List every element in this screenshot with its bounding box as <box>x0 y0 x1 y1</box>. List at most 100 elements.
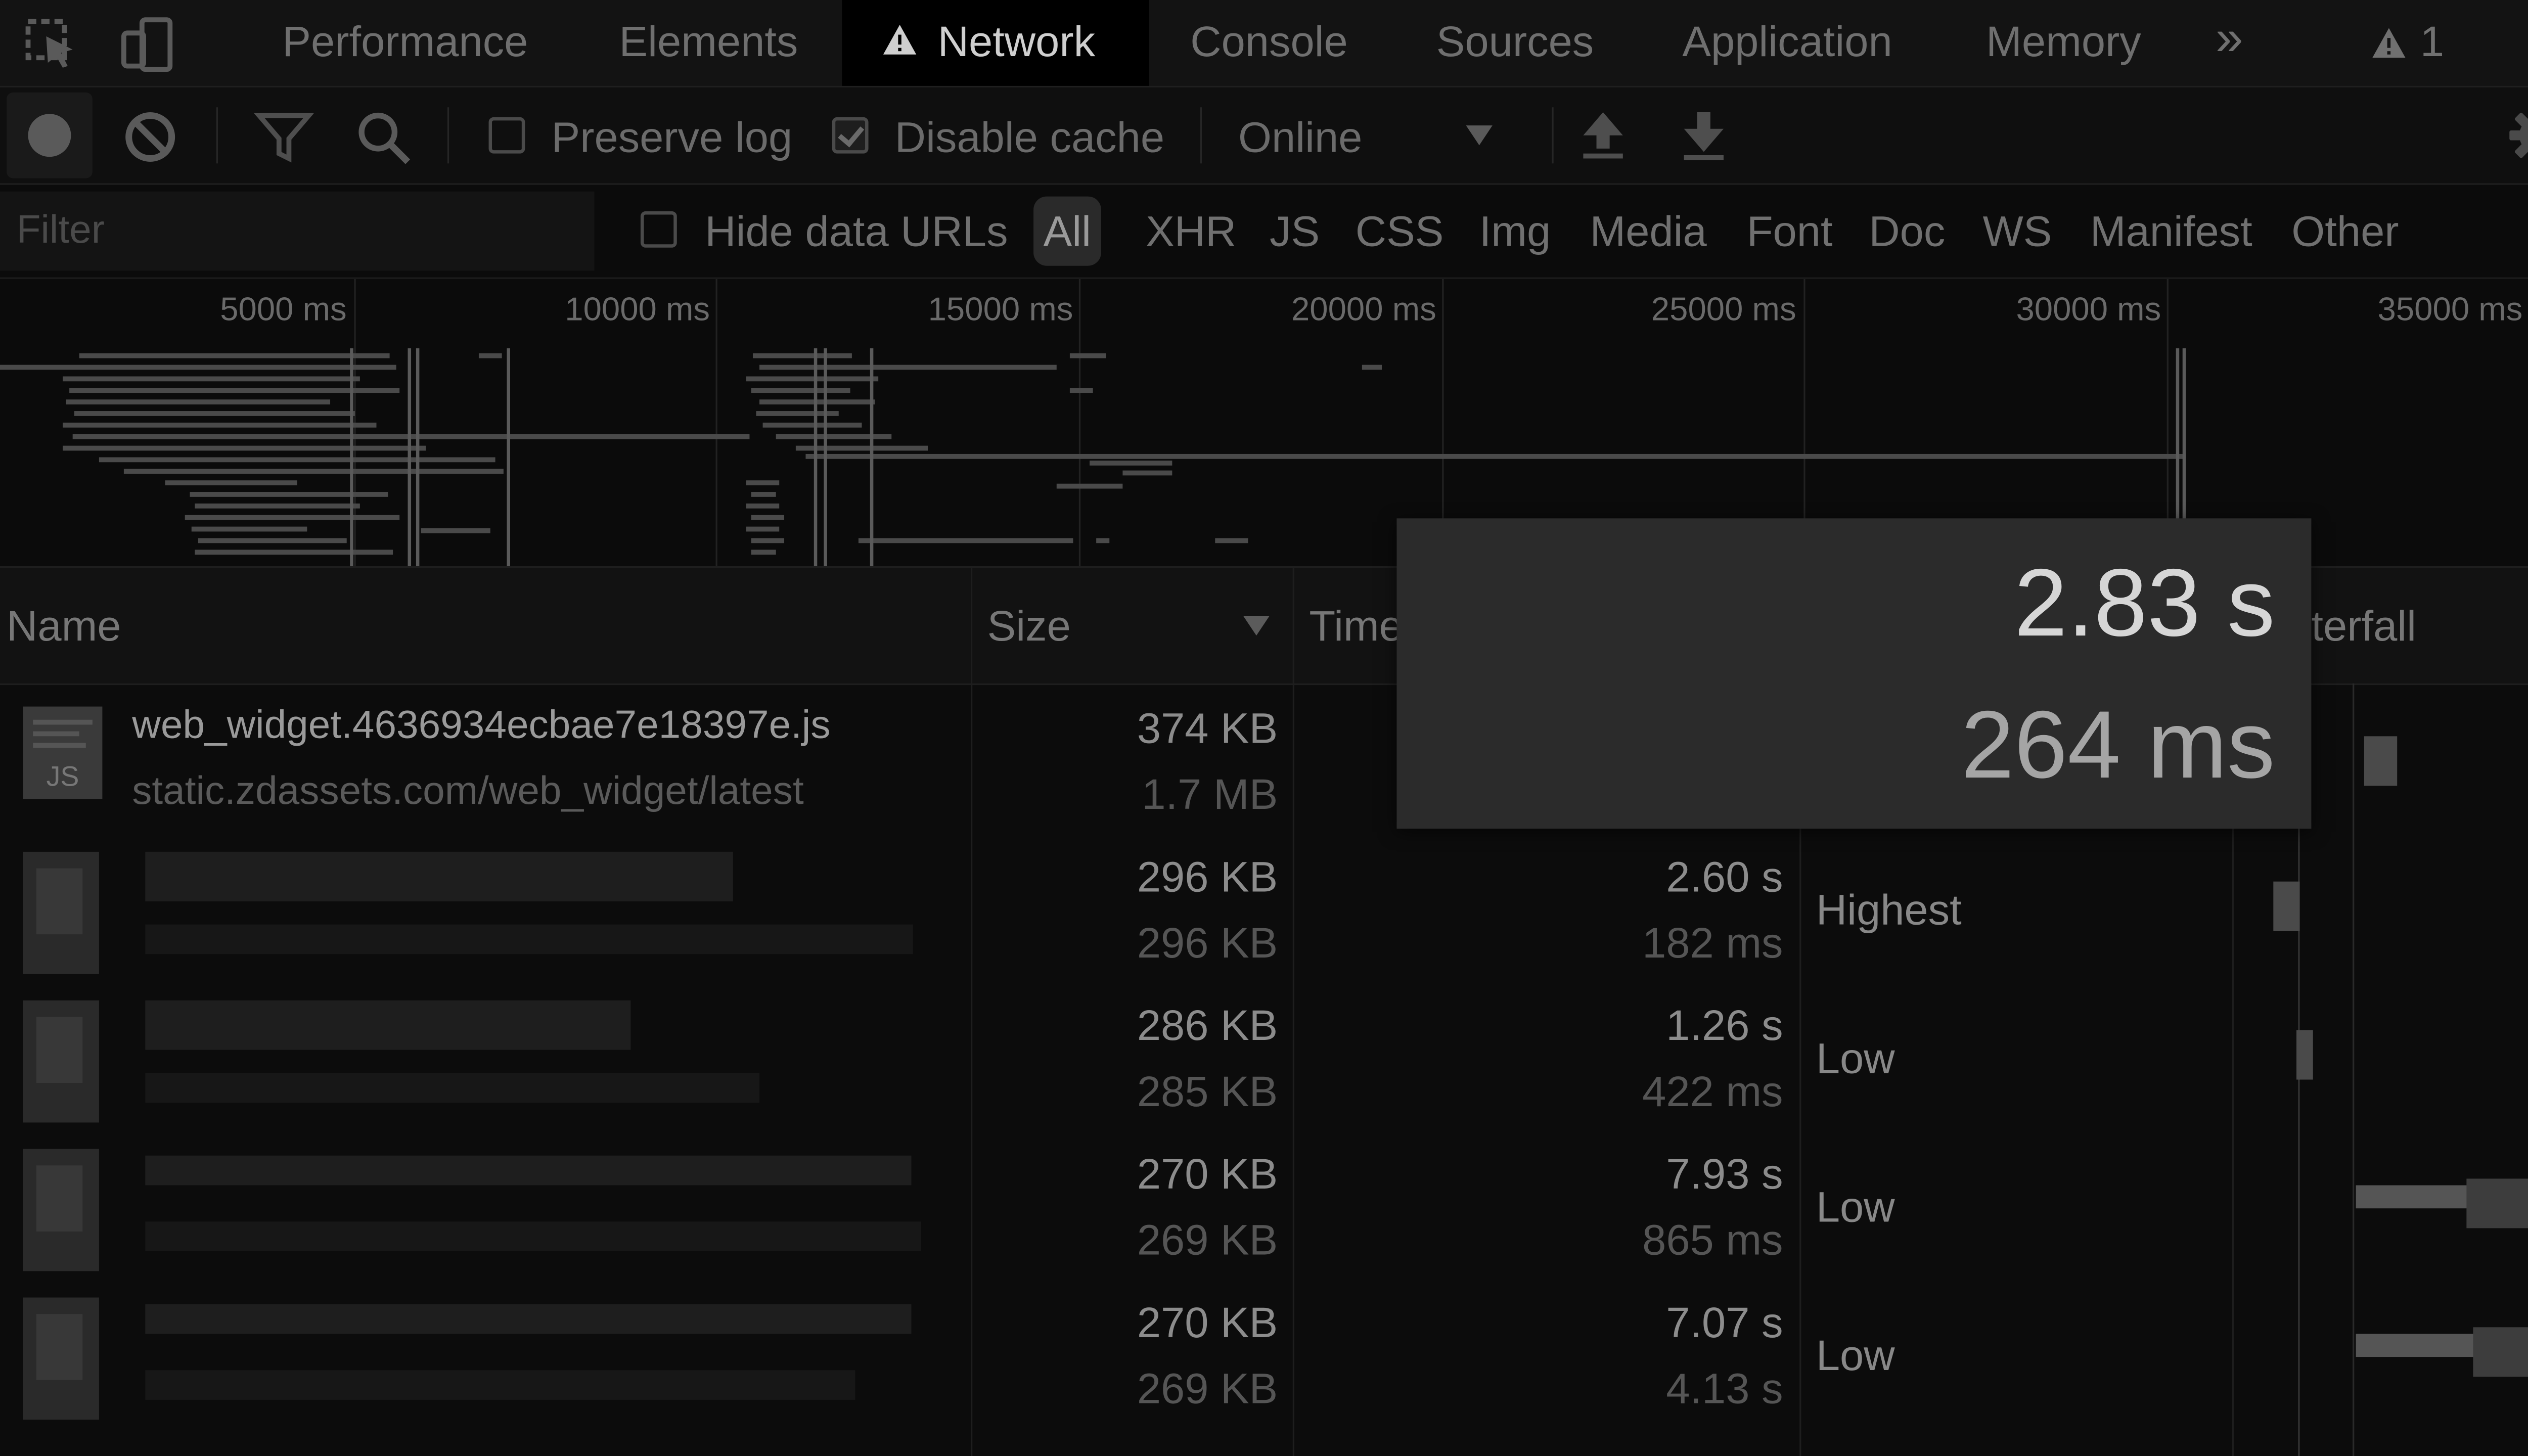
request-time: 2.60 s <box>1666 851 1783 901</box>
blurred-request-url <box>145 1073 760 1103</box>
resource-size: 269 KB <box>1137 1215 1278 1265</box>
waterfall-bar <box>2356 1334 2478 1357</box>
type-filter-media[interactable]: Media <box>1590 185 1706 278</box>
resource-size: 285 KB <box>1137 1066 1278 1116</box>
waterfall-bar <box>2273 881 2300 931</box>
warning-icon <box>2372 28 2406 58</box>
column-header-waterfall[interactable]: terfall <box>2311 568 2416 684</box>
filter-input[interactable] <box>0 191 595 271</box>
transfer-size: 286 KB <box>1137 1000 1278 1050</box>
file-icon <box>23 1149 99 1271</box>
inspect-element-icon[interactable] <box>23 17 79 73</box>
file-icon <box>23 1297 99 1420</box>
separator <box>1200 107 1202 164</box>
type-filter-js[interactable]: JS <box>1270 185 1320 278</box>
waterfall-bar <box>2296 1030 2313 1080</box>
warnings-counter[interactable]: 1 <box>2371 0 2444 86</box>
warning-count: 1 <box>2420 16 2445 66</box>
resource-size: 1.7 MB <box>1142 769 1278 819</box>
tab-network[interactable]: Network <box>842 0 1149 86</box>
network-toolbar: Preserve log Disable cache Online <box>0 87 2528 185</box>
request-priority: Low <box>1816 1181 1895 1232</box>
type-filter-manifest[interactable]: Manifest <box>2090 185 2252 278</box>
tab-elements[interactable]: Elements <box>619 0 798 86</box>
column-header-time[interactable]: Time <box>1309 568 1403 684</box>
blurred-request-name <box>145 1304 912 1334</box>
file-icon <box>23 1000 99 1123</box>
blurred-request-name <box>145 851 733 901</box>
network-settings-gear-icon[interactable] <box>2508 106 2528 165</box>
more-options-icon[interactable] <box>2521 13 2528 73</box>
warning-icon <box>883 24 917 55</box>
request-priority: Low <box>1816 1330 1895 1380</box>
import-har-icon[interactable] <box>1580 109 1626 162</box>
blurred-request-name <box>145 1000 631 1050</box>
type-filter-css[interactable]: CSS <box>1356 185 1444 278</box>
tab-console[interactable]: Console <box>1190 0 1348 86</box>
transfer-size: 270 KB <box>1137 1297 1278 1347</box>
tab-memory[interactable]: Memory <box>1986 0 2141 86</box>
tab-application[interactable]: Application <box>1682 0 1892 86</box>
devtools-window: Performance Elements Network Console Sou… <box>0 0 2528 1456</box>
type-filter-xhr[interactable]: XHR <box>1146 185 1236 278</box>
transfer-size: 270 KB <box>1137 1149 1278 1199</box>
resource-size: 296 KB <box>1137 918 1278 968</box>
table-row[interactable]: 296 KB 296 KB 2.60 s 182 ms Highest <box>0 835 2528 984</box>
transfer-size: 374 KB <box>1137 703 1278 753</box>
disable-cache-checkbox[interactable] <box>832 117 869 154</box>
blurred-request-url <box>145 1221 922 1252</box>
file-icon <box>23 851 99 974</box>
request-time: 7.93 s <box>1666 1149 1783 1199</box>
type-filter-ws[interactable]: WS <box>1983 185 2052 278</box>
column-header-size[interactable]: Size <box>987 568 1071 684</box>
sort-descending-icon <box>1243 615 1270 636</box>
throttling-value: Online <box>1238 112 1363 162</box>
tab-network-label: Network <box>937 16 1096 66</box>
blurred-request-url <box>145 924 913 954</box>
throttling-select[interactable]: Online <box>1222 96 1519 175</box>
tooltip-total-time: 2.83 s <box>2014 550 2275 657</box>
separator <box>1552 107 1554 164</box>
waterfall-bar <box>2473 1327 2528 1377</box>
timing-tooltip: 2.83 s 264 ms <box>1396 518 2312 829</box>
table-row[interactable]: 270 KB 269 KB 7.07 s 4.13 s Low <box>0 1281 2528 1430</box>
table-row[interactable]: 286 KB 285 KB 1.26 s 422 ms Low <box>0 984 2528 1132</box>
table-row[interactable]: 270 KB 269 KB 7.93 s 865 ms Low <box>0 1132 2528 1281</box>
search-icon[interactable] <box>353 107 413 167</box>
record-icon <box>28 114 71 157</box>
request-time: 1.26 s <box>1666 1000 1783 1050</box>
more-tabs-button[interactable]: » <box>2216 0 2243 86</box>
preserve-log-checkbox[interactable] <box>488 117 525 154</box>
hide-data-urls-checkbox[interactable] <box>640 211 677 248</box>
request-latency: 182 ms <box>1642 918 1783 968</box>
tab-bar: Performance Elements Network Console Sou… <box>0 0 2528 88</box>
chevron-down-icon <box>1466 125 1493 146</box>
tab-sources[interactable]: Sources <box>1436 0 1594 86</box>
column-header-name[interactable]: Name <box>7 568 121 684</box>
request-latency: 422 ms <box>1642 1066 1783 1116</box>
transfer-size: 296 KB <box>1137 851 1278 901</box>
clear-icon[interactable] <box>122 109 178 165</box>
js-file-icon: JS <box>23 706 103 799</box>
tooltip-latency: 264 ms <box>1961 692 2275 799</box>
device-toolbar-icon[interactable] <box>119 17 175 73</box>
record-button[interactable] <box>7 92 93 178</box>
disable-cache-label: Disable cache <box>894 112 1165 162</box>
filter-icon[interactable] <box>254 109 314 165</box>
separator <box>447 107 449 164</box>
export-har-icon[interactable] <box>1681 109 1727 162</box>
type-filter-all[interactable]: All <box>1033 196 1101 266</box>
type-filter-img[interactable]: Img <box>1479 185 1551 278</box>
request-name: web_widget.4636934ecbae7e18397e.js <box>132 703 831 748</box>
type-filter-doc[interactable]: Doc <box>1869 185 1945 278</box>
blurred-request-url <box>145 1370 855 1400</box>
filter-bar: Hide data URLs All XHR JS CSS Img Media … <box>0 185 2528 279</box>
type-filter-font[interactable]: Font <box>1747 185 1833 278</box>
svg-text:JS: JS <box>47 760 79 792</box>
request-url: static.zdassets.com/web_widget/latest <box>132 769 804 814</box>
type-filter-other[interactable]: Other <box>2291 185 2399 278</box>
separator <box>216 107 218 164</box>
waterfall-bar <box>2356 1185 2472 1209</box>
hide-data-urls-label: Hide data URLs <box>705 206 1008 256</box>
tab-performance[interactable]: Performance <box>282 0 528 86</box>
